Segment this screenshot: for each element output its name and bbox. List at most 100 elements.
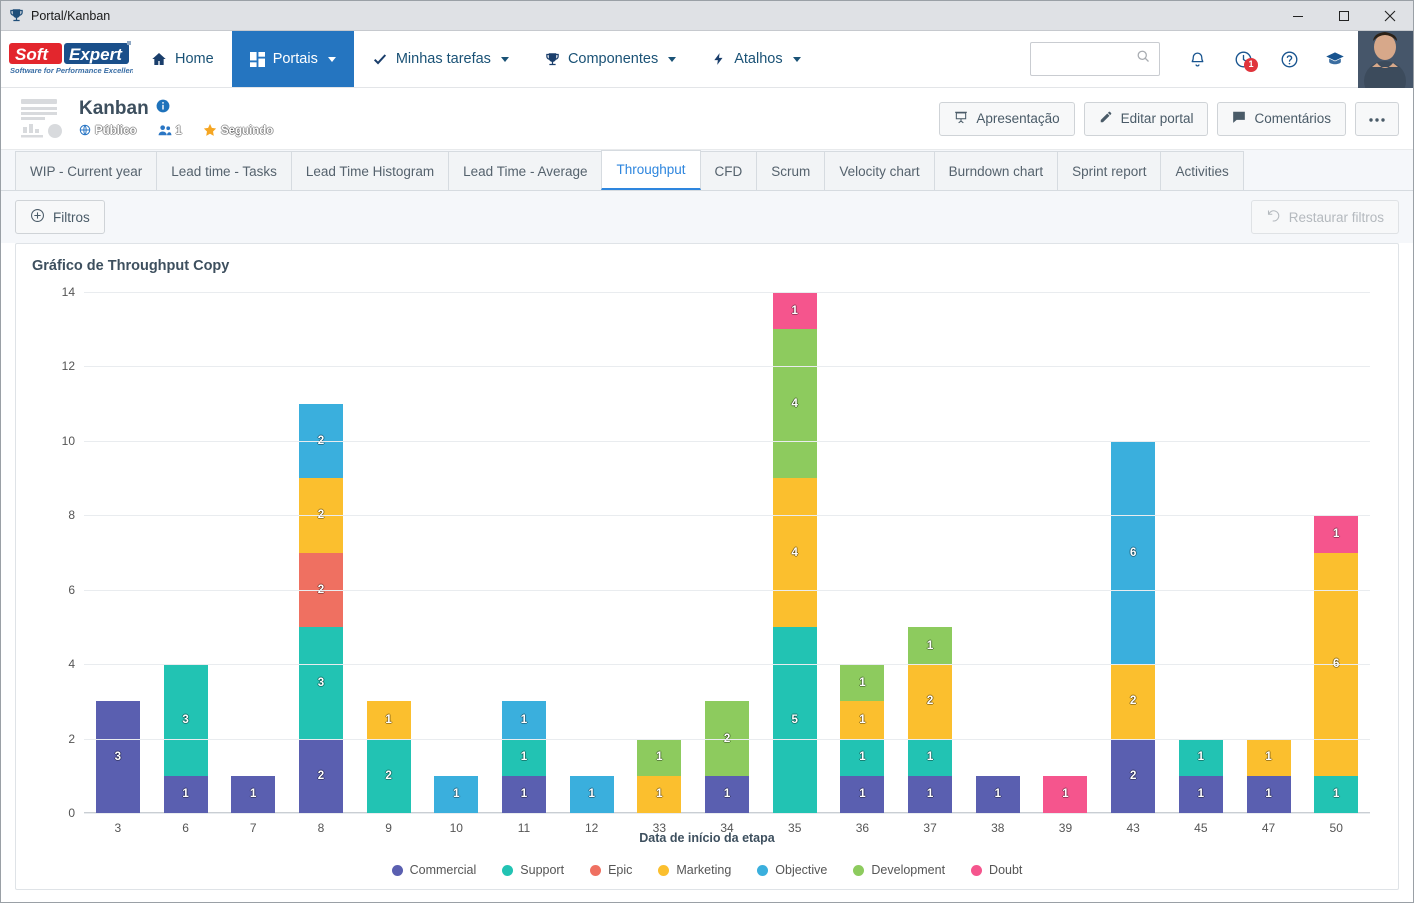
bar-segment[interactable]: 2 [1111, 738, 1156, 813]
tab-throughput[interactable]: Throughput [601, 150, 701, 190]
more-options-button[interactable] [1355, 101, 1399, 136]
legend-item[interactable]: Development [853, 863, 945, 877]
bar-segment[interactable]: 1 [434, 775, 479, 813]
search-box[interactable] [1030, 42, 1160, 76]
bar-segment[interactable]: 3 [163, 664, 208, 776]
tab-activities[interactable]: Activities [1160, 151, 1244, 190]
notifications-bell-icon[interactable] [1174, 31, 1220, 88]
tab-wip-current-year[interactable]: WIP - Current year [15, 151, 158, 190]
stacked-bar[interactable]: 1 [975, 292, 1020, 813]
bar-segment[interactable]: 1 [501, 738, 546, 776]
bar-segment[interactable]: 5 [772, 626, 817, 813]
bar-segment[interactable]: 1 [637, 775, 682, 813]
stacked-bar[interactable]: 11 [1178, 292, 1223, 813]
bar-segment[interactable]: 1 [569, 775, 614, 813]
legend-item[interactable]: Commercial [391, 863, 476, 877]
nav-item-componentes[interactable]: Componentes [527, 31, 694, 87]
bar-segment[interactable]: 1 [908, 738, 953, 776]
bar-segment[interactable]: 1 [1314, 775, 1359, 813]
search-input[interactable] [1039, 50, 1136, 68]
stacked-bar[interactable]: 622 [1111, 292, 1156, 813]
bar-segment[interactable]: 4 [772, 478, 817, 627]
stacked-bar[interactable]: 1 [569, 292, 614, 813]
stacked-bar[interactable]: 3 [95, 292, 140, 813]
bar-segment[interactable]: 1 [1178, 775, 1223, 813]
bar-segment[interactable]: 2 [298, 738, 343, 813]
stacked-bar[interactable]: 1 [434, 292, 479, 813]
bar-segment[interactable]: 6 [1111, 440, 1156, 665]
tab-lead-time-histogram[interactable]: Lead Time Histogram [290, 151, 450, 190]
minimize-button[interactable] [1275, 1, 1321, 31]
bar-segment[interactable]: 1 [637, 738, 682, 776]
legend-item[interactable]: Support [502, 863, 564, 877]
stacked-bar[interactable]: 11 [1246, 292, 1291, 813]
bar-segment[interactable]: 1 [840, 775, 885, 813]
presentation-button[interactable]: Apresentação [939, 101, 1075, 136]
stacked-bar[interactable]: 1445 [772, 292, 817, 813]
tab-burndown-chart[interactable]: Burndown chart [933, 151, 1059, 190]
bar-segment[interactable]: 1 [163, 775, 208, 813]
bar-segment[interactable]: 2 [908, 664, 953, 739]
bar-segment[interactable]: 2 [366, 738, 411, 813]
bar-segment[interactable]: 1 [1246, 775, 1291, 813]
legend-item[interactable]: Marketing [658, 863, 731, 877]
comments-button[interactable]: Comentários [1217, 101, 1346, 136]
tab-lead-time-tasks[interactable]: Lead time - Tasks [156, 151, 292, 190]
edit-portal-button[interactable]: Editar portal [1083, 101, 1209, 136]
nav-item-home[interactable]: Home [133, 31, 232, 87]
nav-item-minhas-tarefas[interactable]: Minhas tarefas [354, 31, 527, 87]
help-icon[interactable] [1266, 31, 1312, 88]
tab-scrum[interactable]: Scrum [756, 151, 826, 190]
tab-velocity-chart[interactable]: Velocity chart [824, 151, 935, 190]
stacked-bar[interactable]: 111 [501, 292, 546, 813]
bar-segment[interactable]: 1 [1043, 775, 1088, 813]
portal-members[interactable]: 1 [158, 124, 182, 139]
bar-segment[interactable]: 1 [1246, 738, 1291, 776]
stacked-bar[interactable]: 31 [163, 292, 208, 813]
info-icon[interactable] [156, 99, 170, 118]
bar-segment[interactable]: 1 [1314, 515, 1359, 553]
restore-filters-button[interactable]: Restaurar filtros [1250, 200, 1399, 234]
stacked-bar[interactable]: 1 [231, 292, 276, 813]
search-icon[interactable] [1136, 49, 1151, 69]
stacked-bar[interactable]: 21 [705, 292, 750, 813]
bar-segment[interactable]: 3 [95, 701, 140, 813]
maximize-button[interactable] [1321, 1, 1367, 31]
bar-segment[interactable]: 1 [772, 292, 817, 330]
bar-segment[interactable]: 1 [1178, 738, 1223, 776]
bar-segment[interactable]: 2 [1111, 664, 1156, 739]
nav-item-portais[interactable]: Portais [231, 31, 354, 87]
bar-segment[interactable]: 1 [975, 775, 1020, 813]
legend-item[interactable]: Epic [590, 863, 632, 877]
softexpert-logo[interactable]: Soft Expert Software for Performance Exc… [1, 31, 133, 87]
legend-item[interactable]: Objective [757, 863, 827, 877]
stacked-bar[interactable]: 22232 [298, 292, 343, 813]
bar-segment[interactable]: 3 [298, 626, 343, 739]
stacked-bar[interactable]: 11 [637, 292, 682, 813]
legend-item[interactable]: Doubt [971, 863, 1022, 877]
bar-segment[interactable]: 4 [772, 329, 817, 479]
bar-segment[interactable]: 1 [705, 775, 750, 813]
bar-segment[interactable]: 1 [908, 626, 953, 665]
bar-segment[interactable]: 1 [501, 701, 546, 739]
stacked-bar[interactable]: 1211 [908, 292, 953, 813]
tasks-alert-icon[interactable]: 1 [1220, 31, 1266, 88]
filters-button[interactable]: Filtros [15, 200, 105, 234]
tab-lead-time-average[interactable]: Lead Time - Average [448, 151, 603, 190]
bar-segment[interactable]: 1 [840, 701, 885, 739]
bar-segment[interactable]: 1 [840, 664, 885, 702]
bar-segment[interactable]: 1 [501, 775, 546, 813]
close-button[interactable] [1367, 1, 1413, 31]
stacked-bar[interactable]: 1111 [840, 292, 885, 813]
stacked-bar[interactable]: 161 [1314, 292, 1359, 813]
avatar[interactable] [1358, 30, 1413, 88]
bar-segment[interactable]: 1 [908, 775, 953, 813]
stacked-bar[interactable]: 1 [1043, 292, 1088, 813]
bar-segment[interactable]: 1 [231, 775, 276, 813]
stacked-bar[interactable]: 12 [366, 292, 411, 813]
academy-graduation-cap-icon[interactable] [1312, 31, 1358, 88]
portal-following[interactable]: Seguindo [203, 123, 273, 140]
bar-segment[interactable]: 1 [366, 701, 411, 739]
tab-sprint-report[interactable]: Sprint report [1057, 151, 1162, 190]
bar-segment[interactable]: 1 [840, 738, 885, 776]
